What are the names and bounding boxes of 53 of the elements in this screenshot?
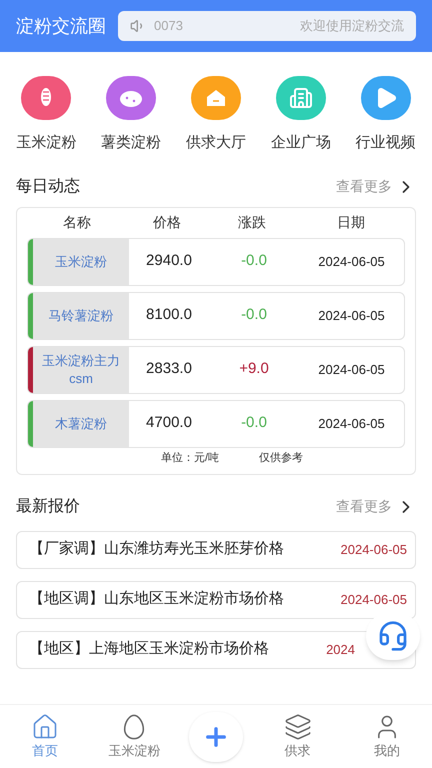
shortcut-button[interactable]: 薯类淀粉 — [91, 76, 172, 154]
column-header: 价格 — [152, 213, 182, 232]
column-header: 涨跌 — [237, 213, 267, 232]
app-title: 淀粉交流圈 — [16, 14, 106, 38]
quote-title: 【地区】上海地区玉米淀粉市场价格 — [29, 639, 269, 660]
change-cell-text: +9.0 — [238, 359, 270, 380]
shortcut-button[interactable]: 供求大厅 — [176, 76, 256, 154]
price-row[interactable]: 玉米淀粉主力csm 2833.0 +9.0 2024-06-05 — [27, 346, 405, 394]
price-cell-text: 2833.0 — [145, 359, 193, 380]
column-header: 日期 — [336, 213, 366, 232]
customer-service-button[interactable] — [366, 612, 420, 660]
tab-item[interactable]: 玉米淀粉 — [99, 712, 170, 760]
quote-date: 2024 — [326, 640, 355, 659]
product-name: 玉米淀粉 — [33, 238, 129, 284]
date-cell-text: 2024-06-05 — [317, 306, 386, 325]
quote-date: 2024-06-05 — [340, 590, 407, 609]
date-cell-text: 2024-06-05 — [317, 360, 386, 379]
price-row[interactable]: 玉米淀粉 2940.0 -0.0 2024-06-05 — [27, 238, 405, 286]
headset-icon — [377, 620, 409, 652]
layers-icon — [284, 712, 312, 741]
add-button[interactable] — [188, 712, 243, 762]
change-cell-text: -0.0 — [240, 413, 268, 434]
notice-text: 欢迎使用淀粉交流 — [300, 17, 404, 36]
quote-item[interactable]: 【地区调】山东地区玉米淀粉市场价格 2024-06-05 — [16, 580, 416, 618]
product-name: 马铃薯淀粉 — [33, 292, 129, 338]
tab-item[interactable]: 我的 — [352, 712, 422, 760]
tab-item[interactable]: 供求 — [262, 712, 333, 760]
price-cell-text: 4700.0 — [145, 413, 193, 434]
column-header: 名称 — [62, 213, 92, 232]
product-name: 玉米淀粉主力csm — [33, 346, 129, 392]
quote-date: 2024-06-05 — [340, 540, 407, 559]
change-cell-text: -0.0 — [240, 251, 268, 272]
shortcut-button[interactable]: 行业视频 — [346, 76, 426, 154]
section-title: 每日动态 — [16, 176, 80, 196]
date-cell-text: 2024-06-05 — [317, 414, 386, 433]
date-cell-text: 2024-06-05 — [317, 252, 386, 271]
home-icon — [30, 712, 59, 741]
quote-title: 【厂家调】山东潍坊寿光玉米胚芽价格 — [29, 539, 284, 560]
price-row[interactable]: 木薯淀粉 4700.0 -0.0 2024-06-05 — [27, 400, 405, 448]
price-cell-text: 2940.0 — [145, 251, 193, 272]
shortcut-button[interactable]: 玉米淀粉 — [6, 76, 86, 154]
price-cell-text: 8100.0 — [145, 305, 193, 326]
reference-note: 仅供参考 — [259, 451, 304, 466]
building-icon — [288, 86, 313, 110]
change-cell-text: -0.0 — [240, 305, 268, 326]
section-title: 最新报价 — [16, 496, 80, 516]
notice-code: 0073 — [154, 17, 183, 36]
quote-title: 【地区调】山东地区玉米淀粉市场价格 — [29, 589, 284, 610]
product-name: 木薯淀粉 — [33, 400, 129, 446]
unit-note: 单位：元/吨 — [160, 451, 220, 466]
quote-item[interactable]: 【厂家调】山东潍坊寿光玉米胚芽价格 2024-06-05 — [16, 530, 416, 568]
shortcut-button[interactable]: 企业广场 — [260, 76, 341, 154]
price-row[interactable]: 马铃薯淀粉 8100.0 -0.0 2024-06-05 — [27, 292, 405, 340]
